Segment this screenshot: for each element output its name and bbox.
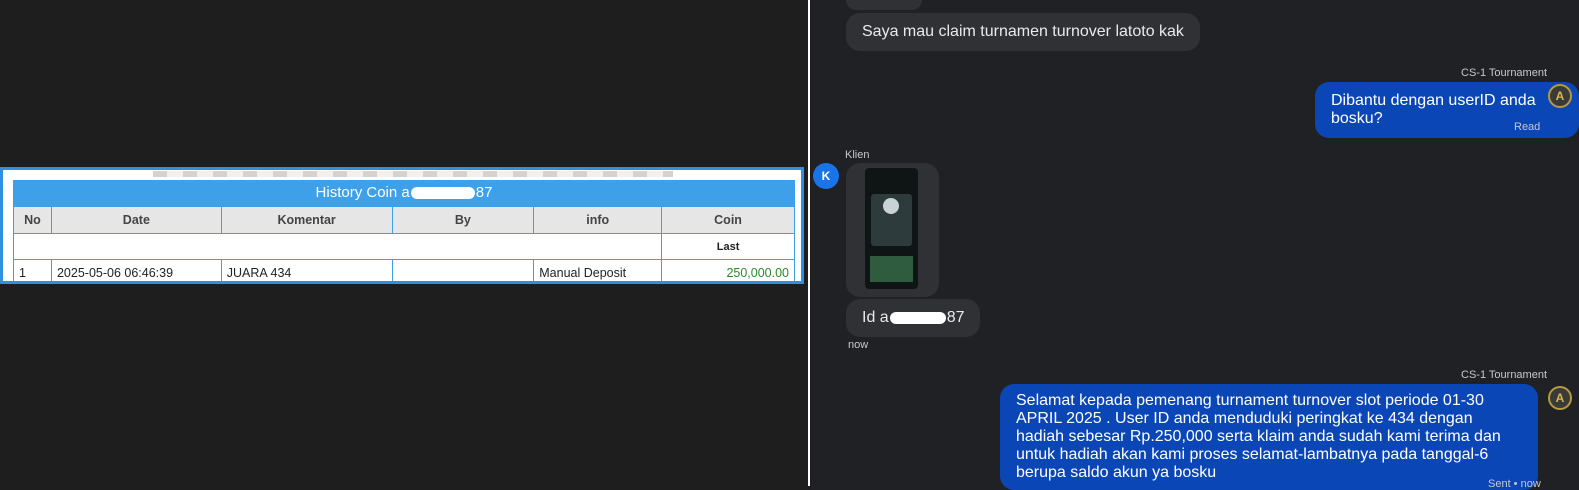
panel-divider [808, 0, 810, 486]
column-header-coin: Coin [661, 206, 795, 234]
cell-coin: 250,000.00 [661, 259, 795, 281]
client-id-suffix: 87 [946, 309, 965, 326]
column-header-date: Date [50, 206, 222, 234]
agent-avatar-icon: A [1548, 84, 1572, 108]
client-id-prefix: Id a [862, 309, 889, 326]
cell-by [391, 259, 535, 281]
client-id-bubble[interactable]: Id a 87 [846, 299, 981, 337]
column-header-info: info [533, 206, 663, 234]
read-status: Read [1514, 121, 1541, 133]
thumbnail-avatar-icon [883, 198, 899, 214]
summary-blank-cell [12, 233, 663, 260]
coin-history-panel: History Coin a 87 No Date Komentar By inf… [0, 167, 804, 284]
column-header-komentar: Komentar [220, 206, 393, 234]
screenshot-thumbnail-image[interactable] [865, 168, 918, 289]
redacted-id [889, 311, 946, 324]
agent-avatar-icon-2: A [1548, 386, 1572, 410]
table-header-row: No Date Komentar By info Coin [13, 206, 795, 234]
coin-history-table: No Date Komentar By info Coin Last 1 202… [12, 206, 795, 281]
cell-date: 2025-05-06 06:46:39 [50, 259, 222, 281]
table-row: 1 2025-05-06 06:46:39 JUARA 434 Manual D… [13, 259, 795, 281]
client-message-claim: Saya mau claim turnamen turnover latoto … [862, 23, 1184, 40]
client-timestamp: now [848, 339, 869, 351]
coin-history-title: History Coin a 87 [13, 180, 795, 206]
agent-name-label-2: CS-1 Tournament [1461, 369, 1548, 381]
client-name-label: Klien [845, 149, 870, 161]
title-suffix: 87 [475, 184, 493, 201]
column-header-no: No [13, 206, 52, 234]
column-header-by: By [391, 206, 535, 234]
client-avatar: K [813, 163, 839, 189]
agent-message-congrats: Selamat kepada pemenang turnament turnov… [1016, 392, 1501, 481]
last-summary-row: Last [12, 233, 795, 260]
sent-status: Sent • now [1488, 478, 1541, 490]
cell-komentar: JUARA 434 [220, 259, 393, 281]
decorative-map-strip [153, 171, 673, 177]
agent-message-userid: Dibantu dengan userID anda bosku? [1331, 92, 1536, 127]
cell-no: 1 [13, 259, 52, 281]
title-prefix: History Coin a [315, 184, 410, 201]
client-message-bubble[interactable]: Saya mau claim turnamen turnover latoto … [846, 13, 1200, 51]
agent-name-label: CS-1 Tournament [1461, 67, 1548, 79]
previous-message-bubble [846, 0, 922, 10]
last-label: Last [661, 233, 795, 260]
agent-congrats-bubble[interactable]: Selamat kepada pemenang turnament turnov… [1000, 384, 1538, 490]
cell-info: Manual Deposit [533, 259, 663, 281]
thumbnail-green-panel [870, 256, 913, 282]
redacted-username [410, 187, 475, 200]
